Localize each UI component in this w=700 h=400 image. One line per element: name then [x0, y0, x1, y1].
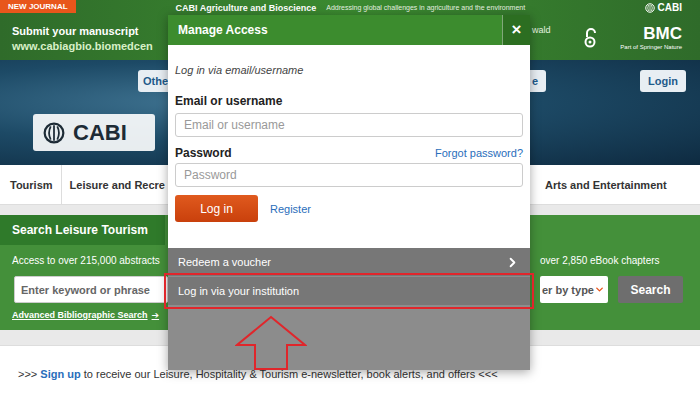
dialog-header: Manage Access× — [168, 15, 530, 45]
nav-item[interactable]: Leisure and Recre — [61, 165, 173, 204]
cabi-logo[interactable]: CABI — [33, 114, 155, 151]
cabi-mark-icon — [645, 3, 655, 13]
email-input[interactable] — [175, 113, 523, 137]
filter-select[interactable]: er by type — [540, 276, 608, 303]
filter-text: er by type — [542, 284, 594, 296]
search-intro: over 2,850 eBook chapters — [530, 255, 660, 266]
cabi-corner-text: CABI — [658, 2, 682, 13]
login-intro: Log in via email/username — [175, 63, 523, 77]
header-left: Othe CABI — [0, 60, 168, 165]
access-options: Redeem a voucher Log in via your institut… — [168, 248, 530, 370]
close-button[interactable]: × — [502, 15, 530, 45]
option-label: Redeem a voucher — [178, 256, 271, 268]
cabi-logo-text: CABI — [73, 120, 127, 146]
forgot-password-link[interactable]: Forgot password? — [435, 146, 523, 160]
bmc-logo[interactable]: BMCPart of Springer Nature — [620, 25, 682, 51]
cabi-logo-icon — [43, 122, 65, 144]
keyword-field-zone — [0, 276, 168, 303]
signup-link[interactable]: Sign up — [40, 368, 80, 380]
email-label: Email or username — [175, 94, 282, 108]
login-link[interactable]: Login — [640, 70, 686, 92]
journal-url[interactable]: www.cabiagbio.biomedcen — [12, 40, 168, 52]
password-input[interactable] — [175, 163, 523, 187]
banner-top: NEW JOURNAL CABI Agriculture and Bioscien… — [0, 0, 700, 15]
nav-item[interactable]: Tourism — [10, 165, 61, 204]
search-button[interactable]: Search — [618, 276, 683, 303]
access-option[interactable]: Redeem a voucher — [168, 248, 530, 276]
journal-tagline: Addressing global challenges in agricult… — [326, 4, 525, 11]
banner-cut-text: wald — [532, 25, 551, 35]
new-journal-badge: NEW JOURNAL — [0, 0, 76, 13]
nav-item[interactable]: Arts and Entertainment — [545, 165, 675, 204]
pointer-arrow-icon — [235, 315, 307, 370]
keyword-input[interactable] — [14, 276, 168, 303]
header-button[interactable]: e — [530, 70, 546, 92]
search-tab[interactable]: Search Leisure Tourism — [0, 215, 165, 245]
chevron-right-icon — [505, 255, 520, 270]
login-button[interactable]: Log in — [175, 195, 258, 222]
header-right: e Login — [530, 60, 700, 165]
bmc-name: BMC — [643, 25, 682, 43]
nav-right: Arts and Entertainment — [530, 165, 700, 204]
register-link[interactable]: Register — [270, 203, 311, 215]
submit-text: Submit your manuscript — [12, 25, 168, 37]
banner-submit: Submit your manuscript www.cabiagbio.biom… — [0, 15, 168, 60]
banner-right: wald BMCPart of Springer Nature — [530, 15, 700, 60]
cabi-corner-logo[interactable]: CABI — [645, 2, 682, 13]
email-label-row: Email or username — [175, 94, 523, 108]
other-sites-button[interactable]: Othe — [138, 70, 168, 92]
arrow-right-icon: ➔ — [152, 310, 160, 320]
option-label: Log in via your institution — [178, 285, 299, 297]
dialog-body: Log in via email/username Email or userna… — [168, 45, 530, 248]
password-label-row: Password Forgot password? — [175, 146, 523, 160]
search-intro: Access to over 215,000 abstracts — [0, 255, 168, 266]
open-access-icon — [583, 28, 597, 48]
journal-name: CABI Agriculture and Bioscience — [176, 3, 317, 13]
password-label: Password — [175, 146, 232, 160]
access-option[interactable]: Log in via your institution — [168, 277, 530, 305]
nav-left: TourismLeisure and Recre — [0, 165, 168, 204]
chevron-down-icon — [594, 283, 605, 296]
page: NEW JOURNAL CABI Agriculture and Bioscien… — [0, 0, 700, 400]
manage-access-dialog: Manage Access× Log in via email/username E… — [168, 15, 530, 370]
bmc-subtitle: Part of Springer Nature — [620, 43, 682, 51]
login-actions: Log in Register — [175, 195, 523, 222]
dialog-title: Manage Access — [168, 15, 502, 45]
